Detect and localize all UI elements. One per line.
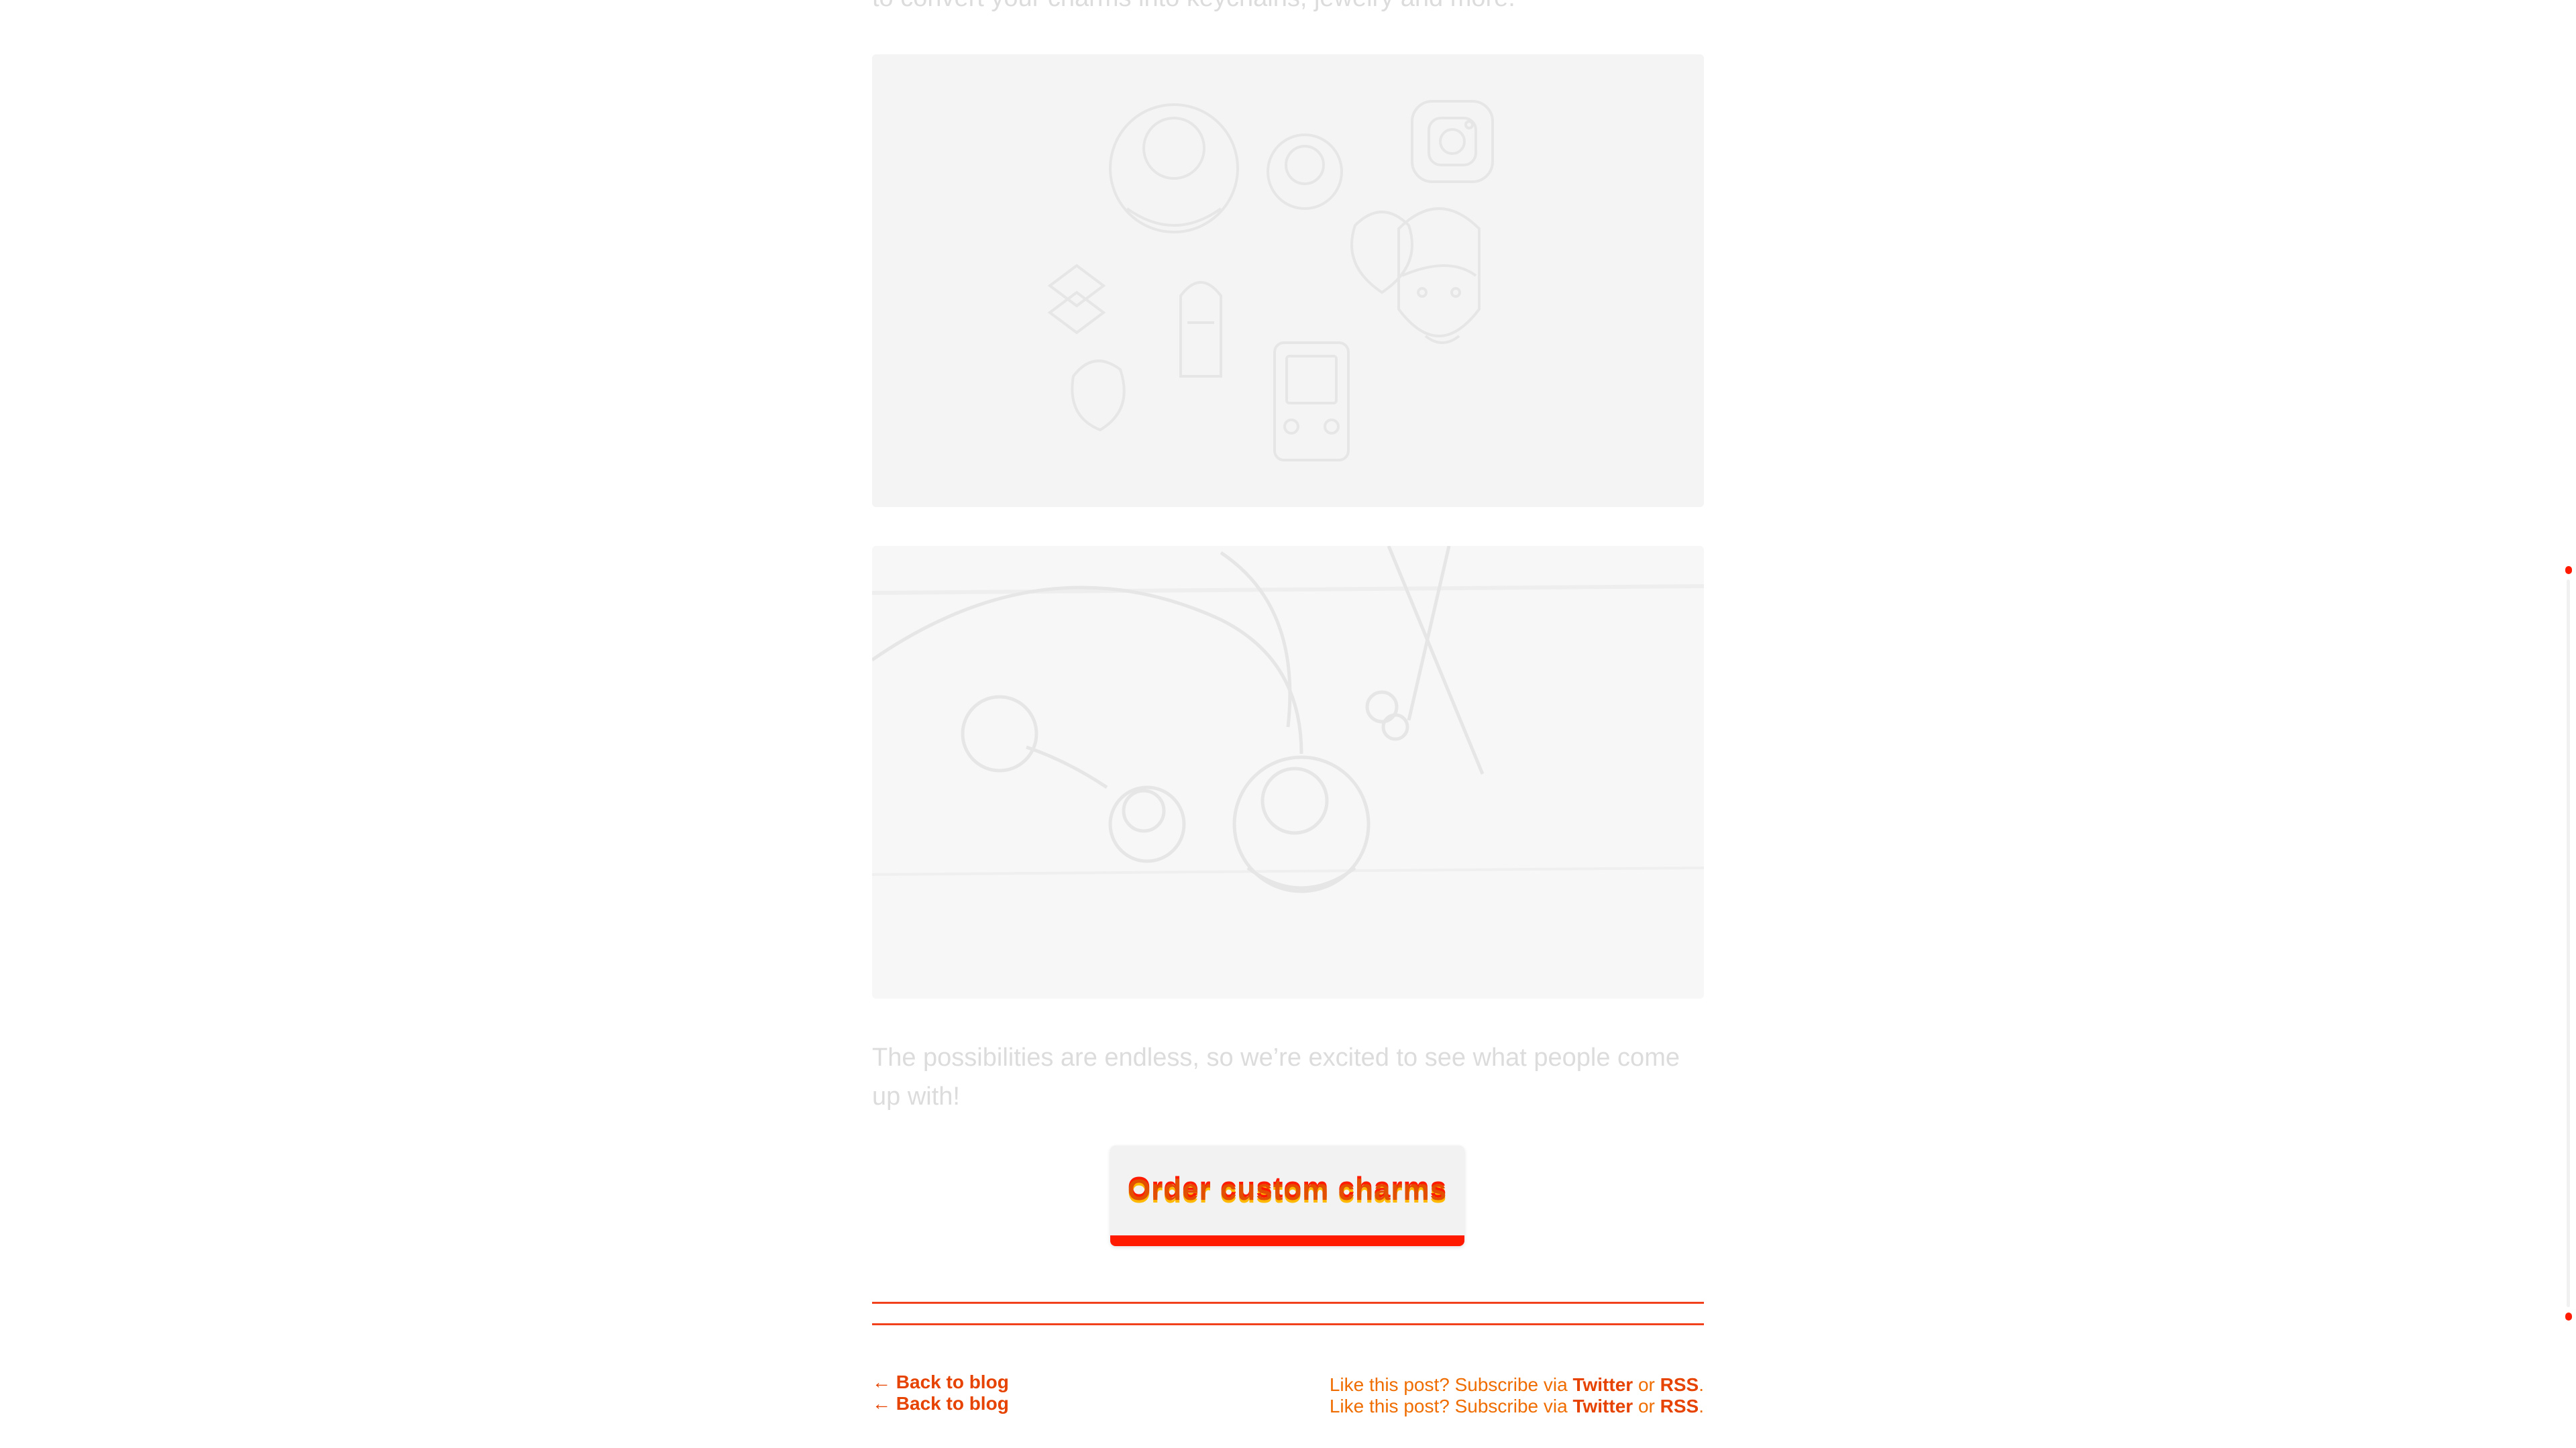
subscribe-prefix: Like this post? Subscribe via bbox=[1329, 1374, 1573, 1395]
back-to-blog-link-duplicate[interactable]: ← Back to blog bbox=[872, 1393, 1009, 1414]
article-closing-paragraph: The possibilities are endless, so we’re … bbox=[872, 1044, 1680, 1111]
rss-link[interactable]: RSS bbox=[1660, 1374, 1699, 1395]
footer-divider-secondary bbox=[872, 1323, 1704, 1325]
subscribe-period: . bbox=[1699, 1374, 1704, 1395]
order-custom-charms-button[interactable]: Order custom charms bbox=[1110, 1146, 1464, 1246]
subscribe-or: or bbox=[1633, 1396, 1660, 1416]
keychain-necklace-photo bbox=[872, 546, 1704, 999]
scrollbar-bottom-cap[interactable] bbox=[2565, 1313, 2572, 1321]
scrollbar-track[interactable] bbox=[2567, 579, 2570, 1307]
article-paragraph-tail: to convert your charms into keychains, j… bbox=[872, 0, 1704, 17]
subscribe-line-duplicate: Like this post? Subscribe via Twitter or… bbox=[1330, 1396, 1704, 1417]
scrollbar-top-cap[interactable] bbox=[2565, 566, 2572, 574]
blog-post-page: to convert your charms into keychains, j… bbox=[0, 0, 2576, 1448]
subscribe-period: . bbox=[1699, 1396, 1704, 1416]
page-scrollbar[interactable] bbox=[2564, 566, 2573, 1321]
twitter-link-duplicate[interactable]: Twitter bbox=[1572, 1396, 1633, 1416]
subscribe-prefix: Like this post? Subscribe via bbox=[1329, 1396, 1573, 1416]
footer-divider bbox=[872, 1302, 1704, 1304]
rss-link-duplicate[interactable]: RSS bbox=[1660, 1396, 1699, 1416]
subscribe-line: Like this post? Subscribe via Twitter or… bbox=[1330, 1374, 1704, 1396]
back-to-blog-link[interactable]: ← Back to blog bbox=[872, 1372, 1009, 1393]
acrylic-charms-set-icon bbox=[1047, 100, 1494, 461]
keychain-photo-icon bbox=[872, 546, 1704, 999]
subscribe-or: or bbox=[1633, 1374, 1660, 1395]
twitter-link[interactable]: Twitter bbox=[1572, 1374, 1633, 1395]
order-custom-charms-label: Order custom charms bbox=[1127, 1174, 1448, 1207]
charms-collection-image bbox=[872, 54, 1704, 507]
